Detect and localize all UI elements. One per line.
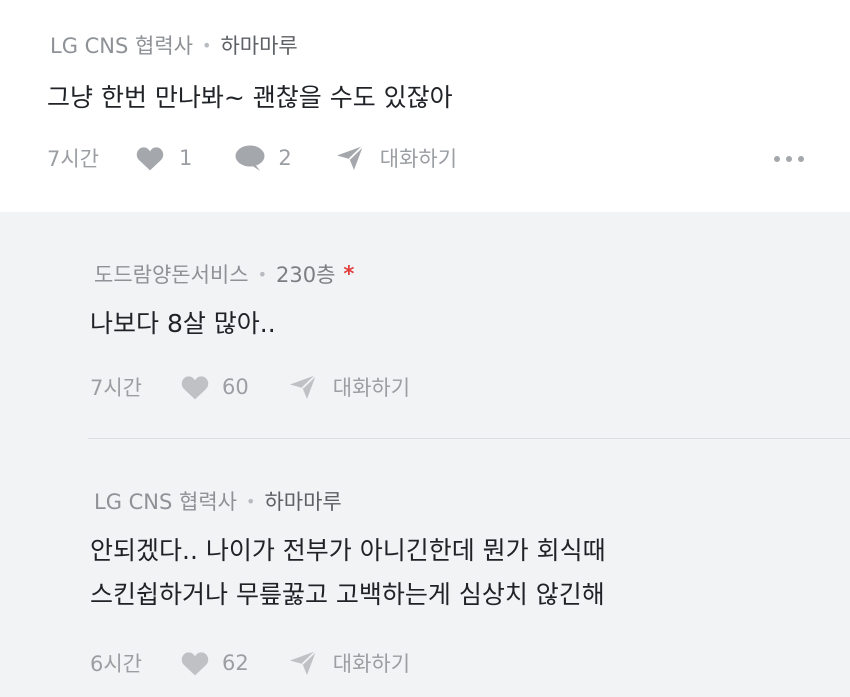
comment-line: 그냥 한번 만나봐~ 괜찮을 수도 있잖아 (47, 83, 453, 112)
reply-line: 안되겠다.. 나이가 전부가 아니긴한데 뭔가 회식때 (90, 536, 606, 565)
reply-button[interactable]: 대화하기 (289, 648, 410, 678)
reply-line: 나보다 8살 많아.. (90, 309, 276, 338)
comment-actions: 7시간 1 2 대화하기 (47, 143, 457, 173)
reply-count: 2 (278, 146, 292, 170)
separator-dot: • (202, 35, 212, 55)
author-nickname[interactable]: 하마마루 (220, 30, 297, 60)
comment-text: 그냥 한번 만나봐~ 괜찮을 수도 있잖아 (47, 76, 453, 120)
author-company: LG CNS 협력사 (50, 34, 193, 58)
author-nickname[interactable]: 하마마루 (264, 486, 341, 516)
paper-plane-icon (289, 374, 317, 400)
reply-text: 나보다 8살 많아.. (90, 302, 276, 346)
more-dots-icon[interactable] (774, 156, 804, 162)
like-count: 60 (222, 375, 249, 399)
heart-icon (180, 374, 210, 400)
author-nickname[interactable]: 230층 (276, 259, 335, 289)
reply-text: 안되겠다.. 나이가 전부가 아니긴한데 뭔가 회식때 스킨쉽하거나 무릎꿇고 … (90, 529, 606, 617)
like-button[interactable]: 62 (180, 650, 249, 676)
separator-dot: • (257, 264, 267, 284)
reply-line: 스킨쉽하거나 무릎꿇고 고백하는게 심상치 않긴해 (90, 580, 605, 609)
comment-author: LG CNS 협력사 • 하마마루 (50, 30, 298, 60)
like-count: 1 (179, 146, 193, 170)
reply-author: 도드람양돈서비스 • 230층 * (94, 259, 354, 289)
reply-author: LG CNS 협력사 • 하마마루 (94, 486, 342, 516)
reply-time: 6시간 (90, 652, 143, 676)
reply-time: 7시간 (90, 376, 143, 400)
reply-button[interactable]: 대화하기 (336, 143, 457, 173)
comment-item: LG CNS 협력사 • 하마마루 그냥 한번 만나봐~ 괜찮을 수도 있잖아 … (0, 0, 850, 212)
reply-label: 대화하기 (379, 147, 458, 171)
heart-icon (135, 145, 165, 171)
reply-button[interactable]: 대화하기 (289, 372, 410, 402)
separator-dot: • (246, 491, 256, 511)
comment-count-button[interactable]: 2 (234, 144, 292, 172)
paper-plane-icon (336, 145, 364, 171)
reply-label: 대화하기 (332, 652, 411, 676)
author-marker: * (343, 262, 355, 286)
reply-label: 대화하기 (332, 376, 411, 400)
reply-divider (88, 438, 850, 439)
reply-actions: 7시간 60 대화하기 (90, 372, 410, 402)
like-button[interactable]: 60 (180, 374, 249, 400)
heart-icon (180, 650, 210, 676)
author-company: 도드람양돈서비스 (94, 263, 249, 287)
reply-actions: 6시간 62 대화하기 (90, 648, 410, 678)
like-count: 62 (222, 651, 249, 675)
paper-plane-icon (289, 650, 317, 676)
speech-bubble-icon (234, 144, 266, 172)
author-company: LG CNS 협력사 (94, 490, 237, 514)
comment-time: 7시간 (47, 147, 100, 171)
like-button[interactable]: 1 (135, 145, 192, 171)
